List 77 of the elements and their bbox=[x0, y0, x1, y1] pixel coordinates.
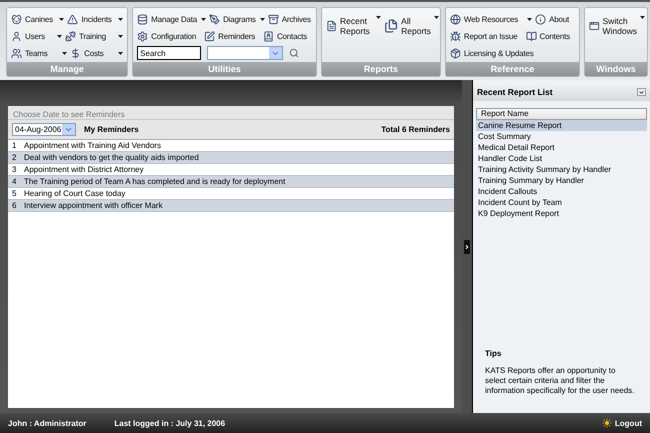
date-dropdown[interactable]: 04-Aug-2006 bbox=[12, 123, 76, 136]
package-icon bbox=[450, 48, 461, 58]
report-item[interactable]: Canine Resume Report bbox=[476, 120, 647, 131]
reminder-row[interactable]: 4 The Training period of Team A has completed and is ready for deployment bbox=[8, 176, 454, 188]
logout-link[interactable]: Logout bbox=[602, 418, 642, 428]
report-item[interactable]: K9 Deployment Report bbox=[476, 208, 647, 219]
ribbon-button[interactable]: About bbox=[535, 12, 576, 26]
reminder-row[interactable]: 3 Appointment with District Attorney bbox=[8, 164, 454, 176]
dropdown-field[interactable] bbox=[207, 46, 284, 60]
ribbon-button[interactable]: Switch Windows bbox=[589, 12, 645, 36]
last-login-text: Last logged in : July 31, 2006 bbox=[114, 418, 226, 428]
archive-icon bbox=[268, 14, 279, 24]
group-label: Manage bbox=[7, 62, 128, 76]
report-item[interactable]: Cost Summary bbox=[476, 131, 647, 142]
user-icon bbox=[11, 30, 22, 42]
database-icon bbox=[137, 14, 148, 24]
ribbon-button[interactable]: Diagrams bbox=[209, 12, 265, 26]
sun-icon bbox=[602, 418, 612, 428]
ribbon-button[interactable]: Web Resources bbox=[450, 12, 532, 26]
globe-icon bbox=[450, 14, 461, 24]
warning-icon bbox=[67, 14, 78, 24]
dog-icon bbox=[11, 14, 22, 24]
ribbon-button[interactable]: Archives bbox=[268, 12, 312, 26]
ribbon-button[interactable]: Contacts bbox=[262, 29, 312, 43]
book-icon bbox=[526, 30, 536, 42]
tips-text: KATS Reports offer an opportunity to select certain criteria and filter the information specifically for the user needs. bbox=[485, 366, 636, 396]
ribbon-button[interactable]: Configuration bbox=[137, 29, 202, 43]
collapse-handle[interactable] bbox=[464, 240, 470, 254]
report-item[interactable]: Incident Callouts bbox=[476, 186, 647, 197]
ribbon-button[interactable]: Users bbox=[11, 29, 62, 43]
address-book-icon bbox=[262, 30, 274, 42]
group-label: Windows bbox=[585, 62, 647, 76]
dumbbell-icon bbox=[65, 30, 76, 42]
report-item[interactable]: Training Summary by Handler bbox=[476, 175, 647, 186]
user-label: John : Administrator bbox=[8, 418, 86, 428]
ribbon-button[interactable]: Incidents bbox=[67, 12, 124, 26]
ribbon-button[interactable]: Contents bbox=[526, 29, 576, 43]
group-label: Utilities bbox=[133, 62, 316, 76]
hint-text: Choose Date to see Reminders bbox=[8, 106, 454, 120]
ribbon-button[interactable]: All Reports bbox=[384, 12, 439, 36]
report-item[interactable]: Incident Count by Team bbox=[476, 197, 647, 208]
reminders-title: My Reminders bbox=[84, 125, 139, 134]
tips-title: Tips bbox=[485, 349, 502, 358]
reminder-row[interactable]: 6 Interview appointment with officer Mark bbox=[8, 200, 454, 212]
bug-icon bbox=[450, 30, 461, 42]
search-field[interactable]: Search bbox=[137, 46, 202, 60]
ribbon-button[interactable]: Reminders bbox=[204, 29, 260, 43]
chevron-down-icon bbox=[638, 88, 645, 96]
ribbon-button[interactable]: Teams bbox=[11, 46, 68, 60]
chevron-down-icon bbox=[64, 125, 73, 134]
dollar-icon bbox=[70, 48, 82, 58]
edit-icon bbox=[204, 30, 216, 42]
reminder-row[interactable]: 1 Appointment with Training Aid Vendors bbox=[8, 140, 454, 152]
ribbon-button[interactable]: Training bbox=[65, 29, 124, 43]
ribbon-button[interactable]: Costs bbox=[70, 46, 124, 60]
reminder-row[interactable]: 2 Deal with vendors to get the quality aids imported bbox=[8, 152, 454, 164]
pen-icon bbox=[209, 14, 220, 24]
settings-icon bbox=[137, 30, 148, 42]
ribbon-button[interactable]: Canines bbox=[11, 12, 64, 26]
report-item[interactable]: Medical Detail Report bbox=[476, 142, 647, 153]
group-label: Reference bbox=[446, 62, 579, 76]
collapse-button[interactable] bbox=[637, 88, 646, 96]
ribbon-button[interactable]: Report an Issue bbox=[450, 29, 522, 43]
report-item[interactable]: Handler Code List bbox=[476, 153, 647, 164]
chevron-right-icon bbox=[464, 244, 470, 250]
users-icon bbox=[11, 48, 22, 58]
ribbon-button[interactable]: Manage Data bbox=[137, 12, 206, 26]
info-icon bbox=[535, 14, 546, 24]
reminder-row[interactable]: 5 Hearing of Court Case today bbox=[8, 188, 454, 200]
panel-header: Recent Report List bbox=[473, 83, 650, 101]
search-icon[interactable] bbox=[289, 48, 300, 58]
ribbon-button[interactable]: Recent Reports bbox=[326, 12, 381, 36]
group-label: Reports bbox=[322, 62, 440, 76]
reminders-total: Total 6 Reminders bbox=[381, 125, 450, 134]
report-item[interactable]: Training Activity Summary by Handler bbox=[476, 164, 647, 175]
ribbon-button[interactable]: Licensing & Updates bbox=[450, 46, 575, 60]
column-header: Report Name bbox=[476, 108, 647, 120]
